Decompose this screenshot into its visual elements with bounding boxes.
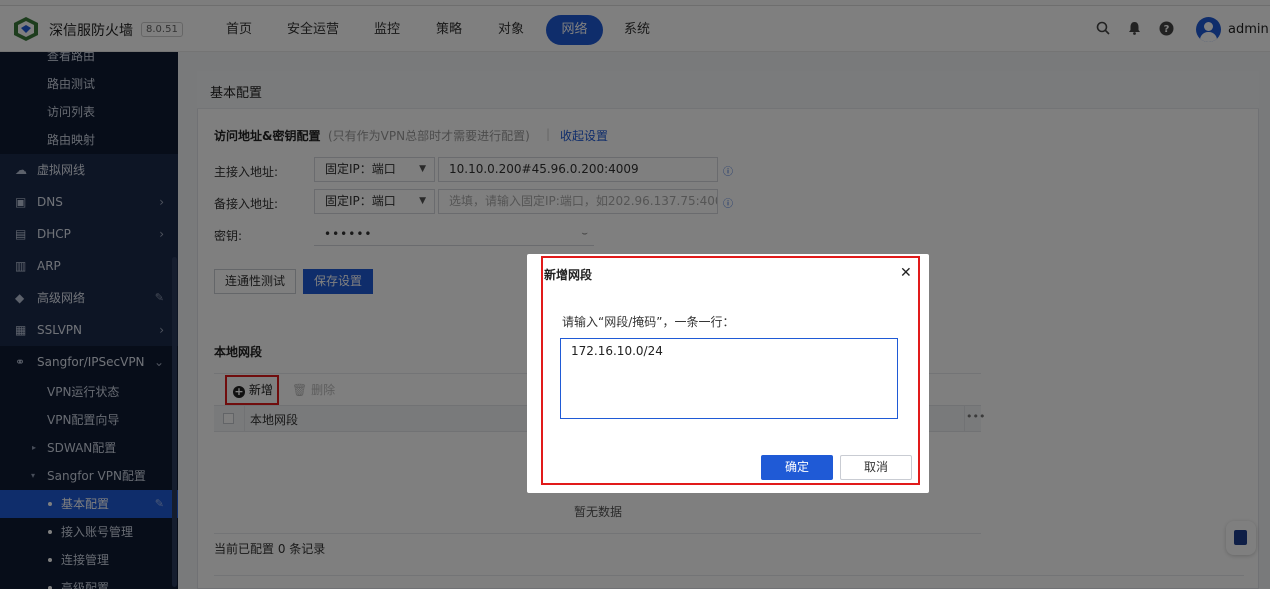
close-icon[interactable]: ✕	[900, 265, 912, 281]
dialog-prompt: 请输入“网段/掩码”，一条一行：	[562, 315, 735, 329]
confirm-button[interactable]: 确定	[761, 455, 833, 480]
cancel-button[interactable]: 取消	[840, 455, 912, 480]
dialog-title: 新增网段	[544, 268, 593, 282]
subnet-textarea[interactable]: 172.16.10.0/24	[560, 338, 898, 419]
